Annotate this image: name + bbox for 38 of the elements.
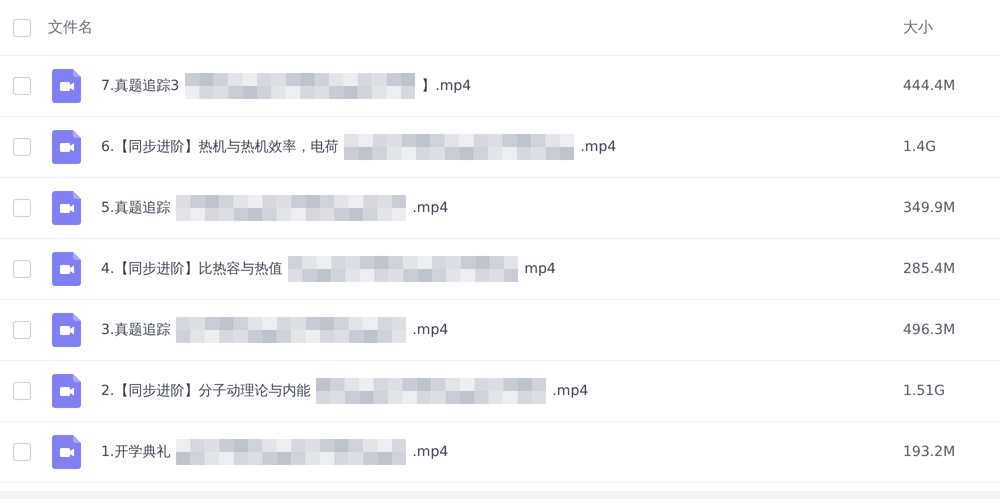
video-file-icon bbox=[52, 374, 81, 408]
file-size: 1.4G bbox=[903, 139, 938, 155]
file-size: 1.51G bbox=[903, 383, 946, 399]
file-name[interactable]: 1.开学典礼 bbox=[101, 443, 170, 461]
file-size: 285.4M bbox=[903, 261, 956, 277]
file-size: 349.9M bbox=[903, 200, 956, 216]
select-all-checkbox[interactable] bbox=[13, 18, 31, 36]
row-checkbox[interactable] bbox=[13, 260, 31, 278]
video-file-icon bbox=[52, 313, 81, 347]
row-checkbox[interactable] bbox=[13, 443, 31, 461]
file-name[interactable]: 6.【同步进阶】热机与热机效率，电荷 bbox=[101, 138, 338, 156]
file-extension: 】.mp4 bbox=[421, 77, 472, 95]
file-extension: .mp4 bbox=[412, 444, 448, 460]
file-name[interactable]: 7.真题追踪3 bbox=[101, 77, 180, 95]
file-name[interactable]: 3.真题追踪 bbox=[101, 321, 170, 339]
column-header[interactable]: 大小 bbox=[903, 18, 1000, 37]
row-checkbox[interactable] bbox=[13, 199, 31, 217]
row-checkbox[interactable] bbox=[13, 138, 31, 156]
video-file-icon bbox=[52, 69, 81, 103]
video-file-icon bbox=[52, 435, 81, 469]
file-extension: .mp4 bbox=[412, 200, 448, 216]
column-header[interactable]: 文件名 bbox=[48, 18, 93, 37]
video-file-icon bbox=[52, 130, 81, 164]
video-file-icon bbox=[52, 252, 81, 286]
row-checkbox[interactable] bbox=[13, 77, 31, 95]
file-extension: mp4 bbox=[524, 261, 556, 277]
file-extension: .mp4 bbox=[580, 139, 616, 155]
row-checkbox[interactable] bbox=[13, 382, 31, 400]
file-size: 496.3M bbox=[903, 322, 956, 338]
file-extension: .mp4 bbox=[412, 322, 448, 338]
video-file-icon bbox=[52, 191, 81, 225]
file-size: 444.4M bbox=[903, 78, 956, 94]
file-name[interactable]: 5.真题追踪 bbox=[101, 199, 170, 217]
file-size: 193.2M bbox=[903, 444, 956, 460]
file-name[interactable]: 4.【同步进阶】比热容与热值 bbox=[101, 260, 282, 278]
file-extension: .mp4 bbox=[552, 383, 588, 399]
row-checkbox[interactable] bbox=[13, 321, 31, 339]
file-name[interactable]: 2.【同步进阶】分子动理论与内能 bbox=[101, 382, 310, 400]
